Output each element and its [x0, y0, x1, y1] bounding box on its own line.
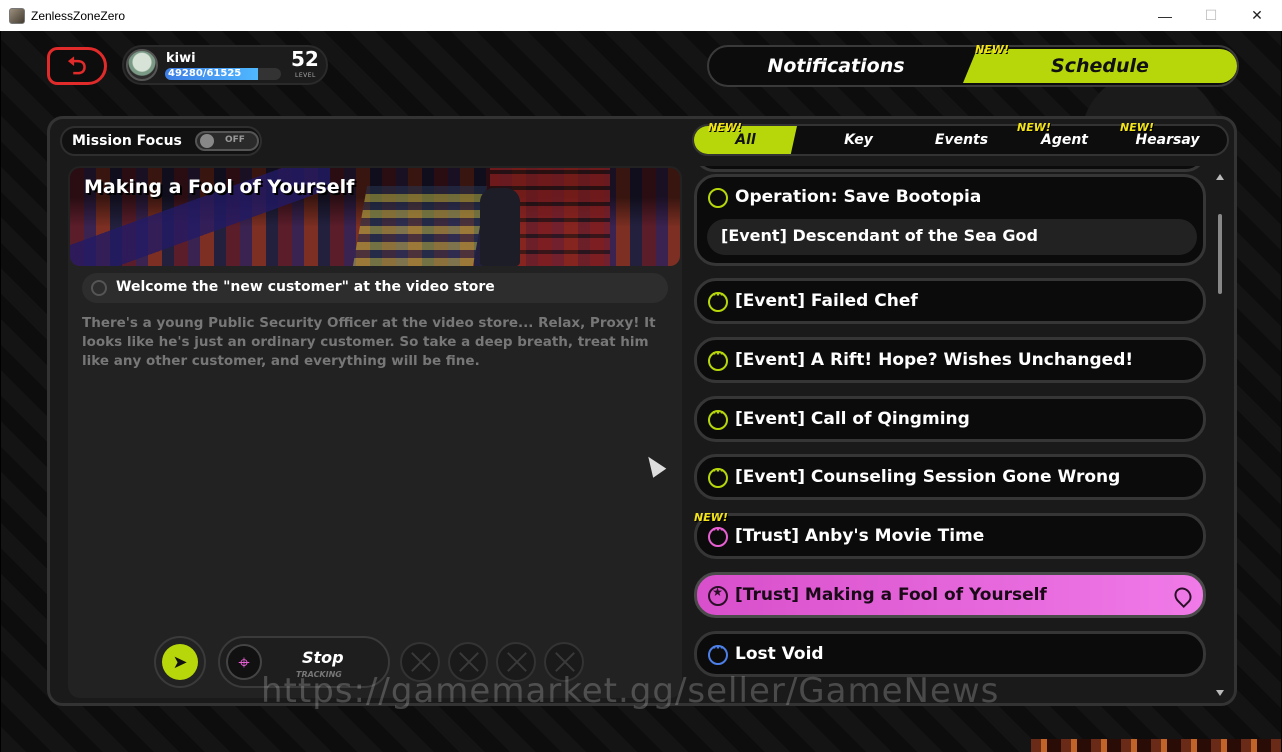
- window-titlebar: ZenlessZoneZero — ☐ ✕: [0, 0, 1282, 31]
- mission-item-label: [Trust] Making a Fool of Yourself: [735, 585, 1047, 605]
- mission-objective: Welcome the "new customer" at the video …: [82, 273, 668, 303]
- mission-item-label: Lost Void: [735, 644, 824, 664]
- mission-item[interactable]: [Event] Counseling Session Gone Wrong: [694, 454, 1206, 500]
- mission-item[interactable]: [Trust] Anby's Movie Time: [694, 513, 1206, 559]
- mission-list-scrollbar[interactable]: [1216, 174, 1224, 696]
- mission-item-label: [Event] Call of Qingming: [735, 409, 970, 429]
- map-pin-icon: ⌖: [226, 644, 262, 680]
- mission-new-badge: NEW!: [694, 511, 728, 524]
- location-pin-icon: [1170, 583, 1196, 609]
- game-viewport: ⮌ kiwi 49280/61525 52 LEVEL Notification…: [1, 31, 1281, 752]
- tab-agent-label: Agent: [1040, 132, 1088, 148]
- mission-item-label: [Event] A Rift! Hope? Wishes Unchanged!: [735, 350, 1134, 370]
- mission-detail: Making a Fool of Yourself Welcome the "n…: [68, 166, 682, 698]
- mission-description: There's a young Public Security Officer …: [82, 315, 656, 369]
- view-switch: Notifications Schedule NEW!: [707, 43, 1239, 87]
- notifications-tab[interactable]: Notifications: [711, 49, 961, 83]
- trust-mission-icon: [708, 523, 728, 547]
- scroll-down-icon[interactable]: [1216, 690, 1224, 696]
- back-arrow-icon: ⮌: [67, 52, 87, 80]
- mission-subitem[interactable]: [Event] Descendant of the Sea God: [707, 219, 1197, 255]
- mission-item-label: [Event] Failed Chef: [735, 291, 918, 311]
- objective-status-icon: [91, 280, 107, 296]
- mission-focus-label: Mission Focus: [72, 133, 182, 149]
- level-label: LEVEL: [295, 72, 316, 79]
- xp-text: 49280/61525: [168, 68, 242, 79]
- tab-events-label: Events: [934, 132, 989, 148]
- watermark-text: https://gamemarket.gg/seller/GameNews: [261, 671, 1000, 711]
- event-mission-icon: [708, 406, 728, 430]
- mission-item-selected[interactable]: [Trust] Making a Fool of Yourself: [694, 572, 1206, 618]
- paper-plane-icon: ➤: [162, 644, 198, 680]
- mission-item-label: [Trust] Anby's Movie Time: [735, 526, 985, 546]
- player-profile[interactable]: kiwi 49280/61525 52 LEVEL: [122, 45, 328, 85]
- tab-key[interactable]: Key: [807, 126, 910, 154]
- event-mission-icon: [708, 288, 728, 312]
- scroll-up-icon[interactable]: [1216, 174, 1224, 180]
- event-mission-icon: [708, 347, 728, 371]
- player-name: kiwi: [166, 51, 196, 66]
- tab-hearsay-new-badge: NEW!: [1120, 121, 1154, 134]
- schedule-new-badge: NEW!: [975, 43, 1009, 56]
- mission-item[interactable]: [Event] Failed Chef: [694, 278, 1206, 324]
- event-mission-icon: [708, 188, 728, 208]
- app-icon: [9, 7, 25, 24]
- mission-group[interactable]: Operation: Save Bootopia [Event] Descend…: [694, 174, 1206, 266]
- mission-subitem-label: [Event] Descendant of the Sea God: [721, 226, 1038, 245]
- back-button[interactable]: ⮌: [47, 47, 107, 85]
- tab-all-new-badge: NEW!: [708, 121, 742, 134]
- tab-key-label: Key: [844, 132, 873, 148]
- objective-text: Welcome the "new customer" at the video …: [116, 279, 495, 295]
- mission-title: Making a Fool of Yourself: [84, 176, 355, 198]
- tab-all-label: All: [735, 132, 756, 148]
- mission-item[interactable]: [Event] Call of Qingming: [694, 396, 1206, 442]
- tab-agent-new-badge: NEW!: [1017, 121, 1051, 134]
- window-title: ZenlessZoneZero: [31, 8, 126, 23]
- category-tabs: All NEW! Key Events Agent NEW! Hearsay N…: [692, 121, 1229, 156]
- teleport-button[interactable]: ➤: [154, 636, 206, 688]
- list-item: [694, 166, 1206, 172]
- tab-hearsay-label: Hearsay: [1135, 132, 1200, 148]
- mission-focus-toggle[interactable]: OFF: [195, 131, 259, 151]
- maximize-button[interactable]: ☐: [1188, 0, 1234, 31]
- close-button[interactable]: ✕: [1234, 0, 1280, 31]
- corner-art: [1031, 739, 1281, 752]
- mission-focus: Mission Focus OFF: [60, 126, 262, 156]
- event-mission-icon: [708, 464, 728, 488]
- banner-art: [352, 186, 488, 266]
- avatar: [126, 49, 158, 81]
- tab-events[interactable]: Events: [910, 126, 1013, 154]
- mission-panel: Mission Focus OFF All NEW! Key Events Ag…: [47, 116, 1237, 706]
- mission-banner-image: Making a Fool of Yourself: [70, 168, 680, 266]
- banner-art: [480, 188, 520, 266]
- void-mission-icon: [708, 641, 728, 665]
- mission-item[interactable]: [Event] A Rift! Hope? Wishes Unchanged!: [694, 337, 1206, 383]
- mission-list: Operation: Save Bootopia [Event] Descend…: [694, 166, 1210, 698]
- toggle-state: OFF: [225, 135, 245, 145]
- toggle-knob: [200, 134, 214, 148]
- star-icon: [708, 585, 728, 606]
- scroll-thumb[interactable]: [1218, 214, 1222, 294]
- player-level: 52: [291, 47, 319, 71]
- minimize-button[interactable]: —: [1142, 0, 1188, 31]
- stop-tracking-label: Stop: [302, 648, 344, 667]
- mission-group-title: Operation: Save Bootopia: [735, 187, 982, 207]
- mouse-cursor-icon: [641, 452, 667, 478]
- mission-item-label: [Event] Counseling Session Gone Wrong: [735, 467, 1121, 487]
